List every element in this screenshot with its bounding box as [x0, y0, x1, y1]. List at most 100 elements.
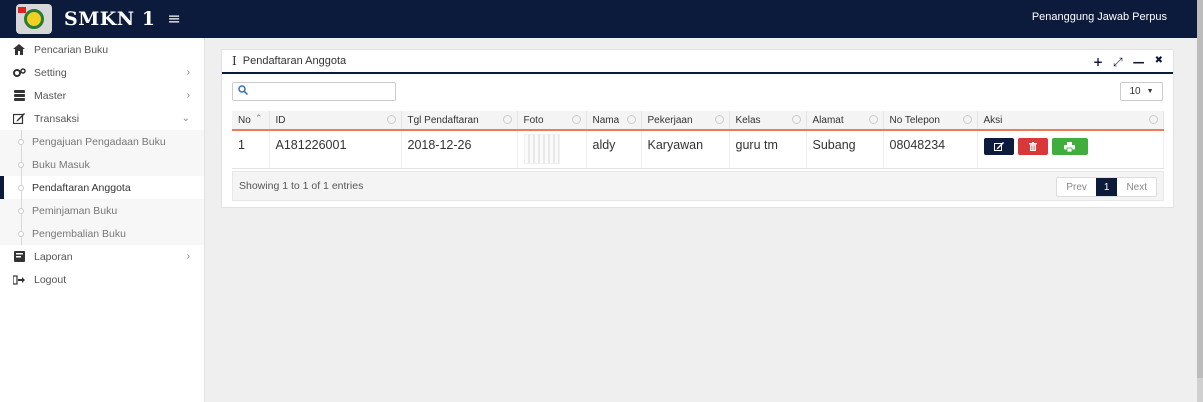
column-header-aksi[interactable]: Aksi: [977, 111, 1164, 131]
cell-alamat: Subang: [806, 130, 884, 169]
column-header-no[interactable]: No ⌃: [232, 111, 270, 131]
sort-icon: [1149, 115, 1158, 124]
bullet-icon: [18, 231, 24, 237]
submenu-item-label: Pendaftaran Anggota: [32, 181, 131, 194]
sort-icon: [571, 115, 581, 124]
sort-icon: [791, 115, 801, 124]
cell-tgl-pendaftaran: 2018-12-26: [401, 130, 518, 169]
sidebar-item-label: Master: [34, 89, 67, 102]
sidebar-item-label: Pencarian Buku: [34, 43, 109, 56]
expand-icon[interactable]: ⤢: [1113, 55, 1123, 70]
column-header-id[interactable]: ID: [269, 111, 402, 131]
sidebar-item-laporan[interactable]: Laporan ›: [0, 245, 204, 268]
column-header-foto[interactable]: Foto: [517, 111, 587, 131]
table-controls: 10 ▼: [232, 82, 1163, 102]
sidebar: Pencarian Buku Setting › Master › Transa…: [0, 38, 205, 402]
gears-icon: [12, 66, 26, 80]
print-icon: [1064, 141, 1075, 152]
page-size-select[interactable]: 10 ▼: [1120, 82, 1163, 101]
sidebar-item-label: Setting: [34, 66, 67, 79]
edit-icon: [12, 112, 26, 126]
submenu-item-buku-masuk[interactable]: Buku Masuk: [0, 153, 204, 176]
search-icon: [238, 85, 249, 98]
cell-foto: [517, 130, 587, 169]
cell-no-telepon: 08048234: [883, 130, 978, 169]
brand: SMKN 1 ≡: [0, 0, 205, 38]
print-button[interactable]: [1051, 138, 1088, 155]
chevron-down-icon: ▼: [1146, 88, 1154, 95]
bullet-icon: [18, 162, 24, 168]
edit-icon: [993, 142, 1004, 151]
search-box[interactable]: [232, 82, 396, 101]
transaksi-submenu: Pengajuan Pengadaan Buku Buku Masuk Pend…: [0, 130, 204, 245]
column-header-kelas[interactable]: Kelas: [729, 111, 807, 131]
prev-page-button[interactable]: Prev: [1057, 178, 1096, 196]
column-header-pekerjaan[interactable]: Pekerjaan: [641, 111, 730, 131]
chevron-down-icon: ⌄: [181, 113, 190, 124]
page-1-button[interactable]: 1: [1095, 178, 1118, 196]
submenu-item-peminjaman-buku[interactable]: Peminjaman Buku: [0, 199, 204, 222]
user-role-label[interactable]: Penanggung Jawab Perpus: [1032, 11, 1167, 23]
cell-kelas: guru tm: [729, 130, 807, 169]
table-row: 1 A181226001 2018-12-26 aldy Karyawan gu…: [232, 130, 1164, 169]
pagination: Prev 1 Next: [1056, 177, 1157, 197]
text-cursor-icon: I: [232, 54, 237, 68]
menu-toggle-icon[interactable]: ≡: [167, 11, 180, 27]
page-size-value: 10: [1129, 86, 1141, 97]
submenu-item-label: Peminjaman Buku: [32, 204, 118, 217]
sort-icon: [868, 115, 878, 124]
brand-name: SMKN 1: [64, 8, 156, 30]
sidebar-item-pencarian-buku[interactable]: Pencarian Buku: [0, 38, 204, 61]
page-scrollbar[interactable]: [1197, 0, 1203, 402]
submenu-item-label: Buku Masuk: [32, 158, 90, 171]
column-header-tgl-pendaftaran[interactable]: Tgl Pendaftaran: [401, 111, 518, 131]
sidebar-item-setting[interactable]: Setting ›: [0, 61, 204, 84]
sort-asc-icon: ⌃: [254, 113, 263, 123]
sidebar-item-label: Laporan: [34, 250, 73, 263]
school-logo: [16, 4, 52, 34]
next-page-button[interactable]: Next: [1117, 178, 1156, 196]
home-icon: [12, 43, 26, 57]
submenu-item-label: Pengajuan Pengadaan Buku: [32, 135, 166, 148]
panel-title: Pendaftaran Anggota: [242, 55, 347, 67]
sort-icon: [714, 115, 724, 124]
bullet-icon: [18, 185, 24, 191]
top-navbar: SMKN 1 ≡ Penanggung Jawab Perpus: [0, 0, 1203, 38]
submenu-item-pengembalian-buku[interactable]: Pengembalian Buku: [0, 222, 204, 245]
sort-icon: [626, 115, 636, 124]
submenu-item-pendaftaran-anggota[interactable]: Pendaftaran Anggota: [0, 176, 204, 199]
column-header-alamat[interactable]: Alamat: [806, 111, 884, 131]
submenu-item-label: Pengembalian Buku: [32, 227, 126, 240]
close-icon[interactable]: ✖: [1155, 55, 1163, 70]
delete-button[interactable]: [1017, 138, 1048, 155]
add-icon[interactable]: +: [1093, 55, 1103, 70]
sidebar-item-label: Transaksi: [34, 112, 80, 125]
sort-icon: [502, 115, 512, 124]
cell-pekerjaan: Karyawan: [641, 130, 730, 169]
panel-tools: + ⤢ — ✖: [1093, 55, 1163, 70]
minimize-icon[interactable]: —: [1133, 55, 1145, 70]
submenu-item-pengajuan-pengadaan-buku[interactable]: Pengajuan Pengadaan Buku: [0, 130, 204, 153]
sort-icon: [386, 115, 396, 124]
column-header-no-telepon[interactable]: No Telepon: [883, 111, 978, 131]
sidebar-item-transaksi[interactable]: Transaksi ⌄: [0, 107, 204, 130]
edit-button[interactable]: [983, 138, 1014, 155]
sidebar-item-master[interactable]: Master ›: [0, 84, 204, 107]
search-input[interactable]: [252, 83, 392, 100]
cell-nama: aldy: [586, 130, 642, 169]
book-icon: [12, 250, 26, 264]
cell-aksi: [977, 130, 1164, 169]
bullet-icon: [18, 139, 24, 145]
chevron-right-icon: ›: [186, 67, 190, 78]
database-icon: [12, 89, 26, 103]
sidebar-item-logout[interactable]: Logout: [0, 268, 204, 291]
pendaftaran-anggota-panel: I Pendaftaran Anggota + ⤢ — ✖ 10 ▼ No ⌃ I…: [221, 49, 1174, 208]
entries-info: Showing 1 to 1 of 1 entries: [239, 180, 364, 192]
cell-id: A181226001: [269, 130, 402, 169]
member-photo[interactable]: [523, 134, 560, 164]
chevron-right-icon: ›: [186, 90, 190, 101]
column-header-nama[interactable]: Nama: [586, 111, 642, 131]
sidebar-item-label: Logout: [34, 273, 67, 286]
anggota-table: No ⌃ ID Tgl Pendaftaran Foto Nama Pekerja…: [232, 111, 1164, 169]
table-header-row: No ⌃ ID Tgl Pendaftaran Foto Nama Pekerja…: [232, 111, 1164, 131]
